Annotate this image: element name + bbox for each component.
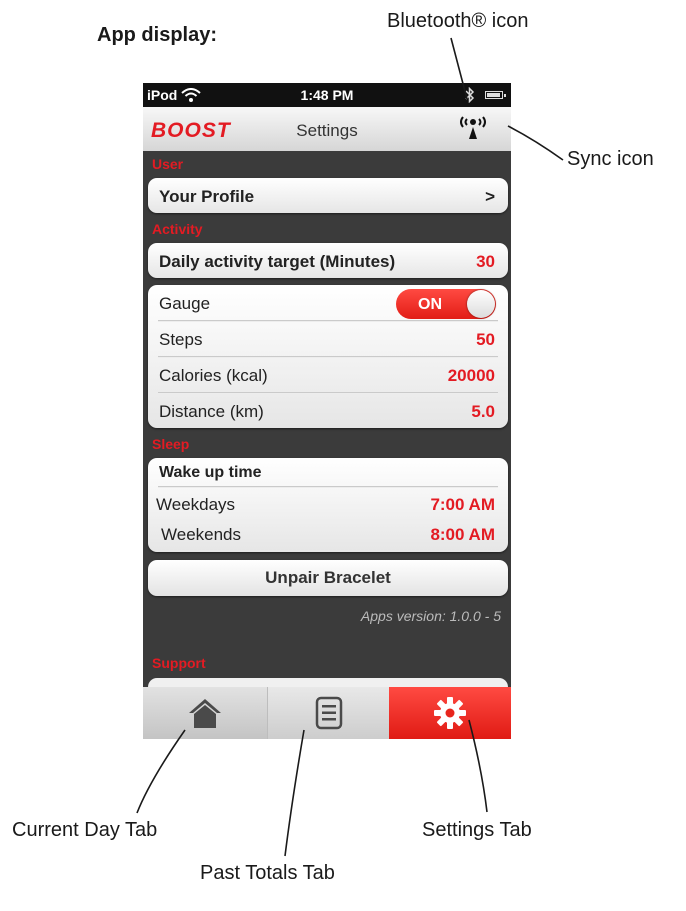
tab-settings[interactable] xyxy=(389,687,511,739)
gauge-row: Gauge ON xyxy=(148,285,508,321)
weekdays-label: Weekdays xyxy=(156,495,236,514)
calories-row[interactable]: Calories (kcal) 20000 xyxy=(148,357,508,393)
gauge-toggle-knob xyxy=(467,290,495,318)
calories-label: Calories (kcal) xyxy=(159,366,268,385)
wake-title: Wake up time xyxy=(159,464,262,481)
status-time: 1:48 PM xyxy=(300,87,354,103)
wake-title-row: Wake up time xyxy=(148,458,508,485)
steps-value: 50 xyxy=(476,330,495,349)
tab-current-day[interactable] xyxy=(143,687,267,739)
battery-icon xyxy=(485,91,506,99)
home-icon xyxy=(189,699,221,728)
settings-content[interactable]: User Your Profile > Activity Daily activ… xyxy=(143,151,511,698)
activity-target-value: 30 xyxy=(476,252,495,271)
document-title: App display: xyxy=(97,24,218,46)
bluetooth-callout-label: Bluetooth® icon xyxy=(387,10,529,32)
gauge-toggle-label: ON xyxy=(418,296,442,313)
nav-bar: BOOST Settings xyxy=(143,107,511,152)
wake-up-card: Wake up time Weekdays 7:00 AM Weekends 8… xyxy=(148,458,508,552)
profile-row-inner: Your Profile > xyxy=(148,178,508,213)
section-user: User xyxy=(152,156,184,172)
chevron-right-icon: > xyxy=(485,187,495,206)
distance-value: 5.0 xyxy=(471,402,495,421)
sync-callout-label: Sync icon xyxy=(567,148,654,170)
current-day-tab-callout-label: Current Day Tab xyxy=(12,819,158,841)
steps-label: Steps xyxy=(159,330,203,349)
battery-level xyxy=(487,93,500,97)
gauge-toggle[interactable]: ON xyxy=(396,289,496,319)
weekdays-value: 7:00 AM xyxy=(430,495,495,514)
section-sleep: Sleep xyxy=(152,436,190,452)
past-totals-tab-callout-label: Past Totals Tab xyxy=(200,862,335,884)
status-bar: iPod 1:48 PM xyxy=(143,83,511,107)
activity-target-row[interactable]: Daily activity target (Minutes) 30 xyxy=(148,243,508,278)
weekends-row[interactable]: Weekends 8:00 AM xyxy=(148,516,508,546)
section-support: Support xyxy=(152,655,206,671)
current-day-tab-callout-line xyxy=(136,729,186,814)
settings-tab-callout-label: Settings Tab xyxy=(422,819,532,841)
weekends-value: 8:00 AM xyxy=(430,525,495,544)
gauge-card: Gauge ON Steps 50 Calories (kcal) 20000 … xyxy=(148,285,508,428)
steps-row[interactable]: Steps 50 xyxy=(148,321,508,357)
distance-label: Distance (km) xyxy=(159,402,264,421)
tab-past-totals[interactable] xyxy=(267,687,390,739)
bluetooth-icon xyxy=(465,87,475,103)
past-totals-tab-callout-line xyxy=(284,729,305,857)
your-profile-row[interactable]: Your Profile > xyxy=(148,178,508,213)
weekdays-row[interactable]: Weekdays 7:00 AM xyxy=(148,486,508,516)
app-version: Apps version: 1.0.0 - 5 xyxy=(360,608,501,624)
phone-screen: iPod 1:48 PM BOOST Settings User Your Pr… xyxy=(143,83,511,739)
unpair-bracelet-button[interactable]: Unpair Bracelet xyxy=(148,560,508,596)
sync-icon[interactable] xyxy=(453,113,493,143)
sync-callout-line xyxy=(507,125,564,161)
activity-target-label: Daily activity target (Minutes) xyxy=(159,252,396,271)
list-icon xyxy=(315,696,343,730)
activity-target-inner: Daily activity target (Minutes) 30 xyxy=(148,243,508,278)
section-activity: Activity xyxy=(152,221,203,237)
weekends-label: Weekends xyxy=(161,525,242,544)
calories-value: 20000 xyxy=(447,366,495,385)
gauge-label: Gauge xyxy=(159,294,211,313)
tab-bar xyxy=(143,687,511,739)
distance-row[interactable]: Distance (km) 5.0 xyxy=(148,393,508,428)
gear-icon xyxy=(434,697,466,729)
profile-label: Your Profile xyxy=(159,187,255,206)
